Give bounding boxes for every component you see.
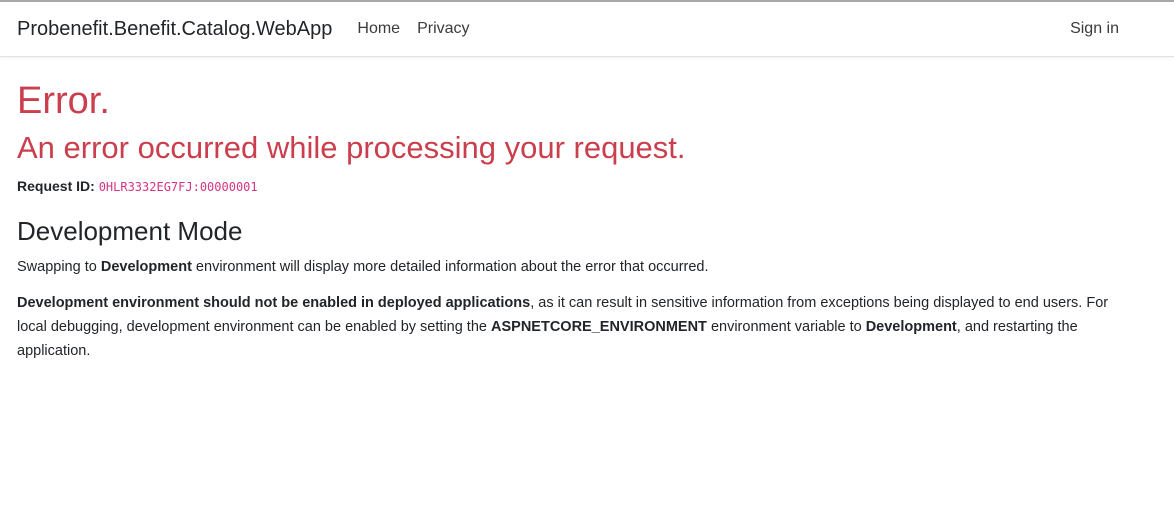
dev-mode-title: Development Mode: [17, 215, 243, 246]
dev-p1-bold: Development: [100, 258, 192, 275]
dev-p1-text-a: Swapping to: [17, 258, 101, 275]
error-subtitle: An error occurred while processing your …: [17, 129, 686, 165]
request-id-row: Request ID: 0HLR3332EG7FJ:00000001: [17, 178, 1157, 194]
dev-p1-text-c: environment will display more detailed i…: [191, 258, 709, 275]
dev-p2-text-d: environment variable to: [706, 318, 866, 335]
nav-link-home[interactable]: Home: [357, 20, 400, 38]
dev-p2-bold-a: Development environment should not be en…: [17, 294, 531, 311]
dev-paragraph-1: Swapping to Development environment will…: [17, 255, 1137, 279]
dev-p2-bold-env-var: ASPNETCORE_ENVIRONMENT: [491, 318, 707, 335]
main-content: Error. An error occurred while processin…: [0, 79, 1174, 363]
dev-paragraph-2: Development environment should not be en…: [17, 291, 1137, 363]
request-id-value: 0HLR3332EG7FJ:00000001: [98, 179, 258, 194]
navbar: Probenefit.Benefit.Catalog.WebApp Home P…: [0, 2, 1174, 57]
error-title: Error.: [17, 80, 110, 122]
request-id-label: Request ID:: [17, 177, 95, 194]
dev-p2-bold-dev: Development: [865, 318, 957, 335]
nav-link-privacy[interactable]: Privacy: [417, 20, 469, 38]
sign-in-link[interactable]: Sign in: [1070, 20, 1119, 38]
brand-link[interactable]: Probenefit.Benefit.Catalog.WebApp: [17, 18, 332, 41]
